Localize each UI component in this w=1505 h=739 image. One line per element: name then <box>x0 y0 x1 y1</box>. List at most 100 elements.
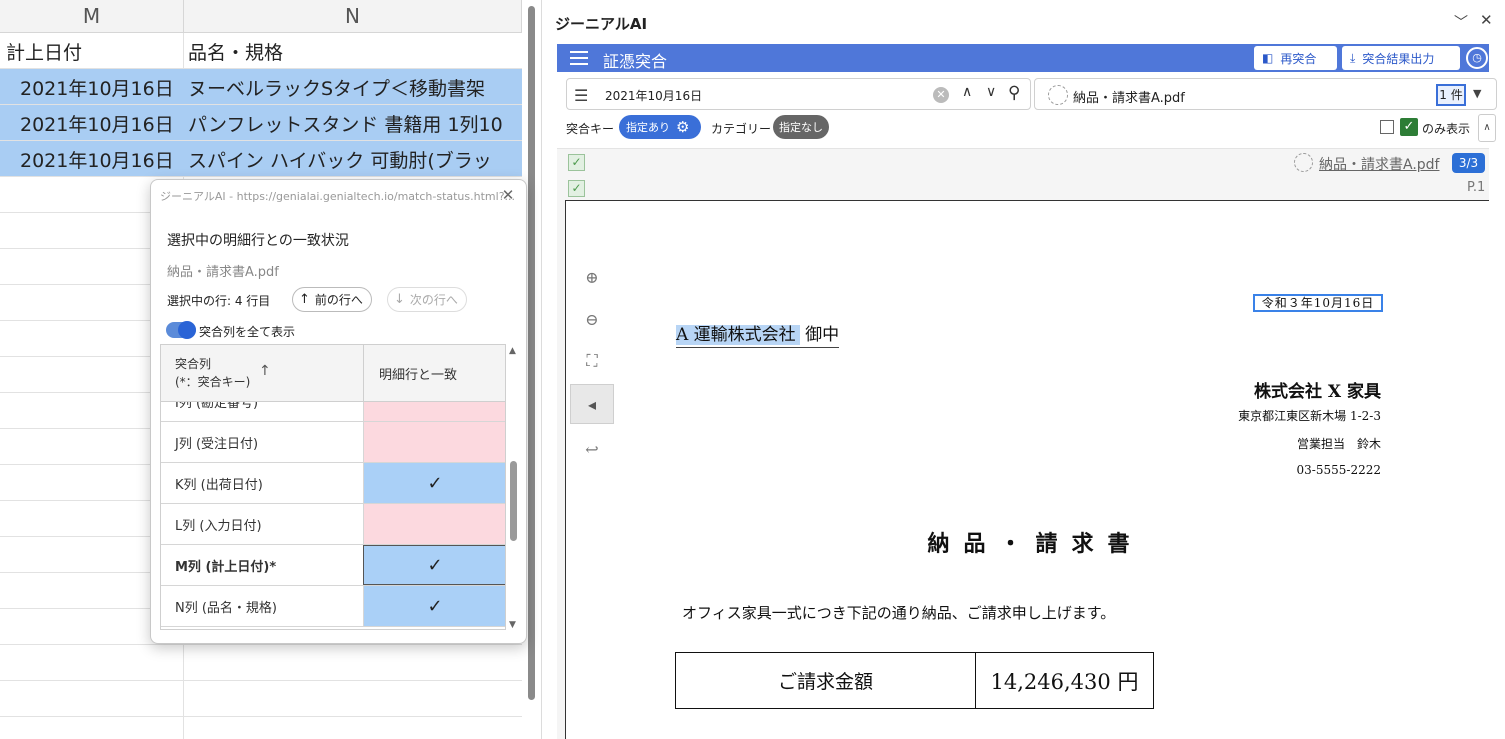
close-icon[interactable]: ✕ <box>498 185 518 205</box>
popup-heading: 選択中の明細行との一致状況 <box>167 233 349 249</box>
scrollbar-thumb[interactable] <box>510 461 517 541</box>
menu-icon[interactable] <box>570 51 588 65</box>
table-row[interactable]: 2021年10月16日 ヌーベルラックSタイプ＜移動書架 <box>0 69 522 105</box>
page-count-badge: 3/3 <box>1452 153 1485 173</box>
cell-name[interactable]: パンフレットスタンド 書籍用 1列10 <box>188 105 522 141</box>
column-header-match[interactable]: 明細行と一致 <box>363 345 505 402</box>
match-key-label: 突合キー <box>566 122 615 136</box>
table-row[interactable]: K列 (出荷日付) ✓ <box>161 463 505 504</box>
result-count[interactable]: 1 件 <box>1436 84 1466 106</box>
file-select[interactable]: 納品・請求書A.pdf 1 件 ▼ <box>1034 78 1497 110</box>
column-header-n[interactable]: N <box>184 0 522 33</box>
cell-date[interactable]: 2021年10月16日 <box>20 141 182 177</box>
recompare-button[interactable]: ◧ 再突合 <box>1254 46 1337 70</box>
category-label: カテゴリー <box>711 122 772 136</box>
zoom-in-icon[interactable]: ⊕ <box>570 257 614 297</box>
match-cell: ✓ <box>363 545 505 585</box>
match-cell <box>363 422 505 462</box>
row-checkbox[interactable]: ✓ <box>568 154 585 171</box>
search-input[interactable] <box>605 85 925 105</box>
table-header: 突合列 (*：突合キー) ↑ 明細行と一致 <box>161 345 505 402</box>
document-file-link[interactable]: 納品・請求書A.pdf <box>1294 154 1439 174</box>
column-header-compare[interactable]: 突合列 (*：突合キー) <box>175 355 250 391</box>
amount-label: ご請求金額 <box>676 653 976 708</box>
search-icon[interactable]: ⚲ <box>1008 83 1020 103</box>
empty-row[interactable] <box>0 645 522 681</box>
document-file-name: 納品・請求書A.pdf <box>1319 157 1440 173</box>
column-header-label: 突合列 <box>175 357 212 371</box>
match-key-pill[interactable]: 指定あり ⚙ <box>619 115 701 139</box>
chevron-down-icon[interactable]: ∨ <box>986 84 996 100</box>
arrow-up-icon: ↑ <box>299 292 310 307</box>
chevron-up-icon[interactable]: ∧ <box>962 84 972 100</box>
file-select-value: 納品・請求書A.pdf <box>1073 91 1185 106</box>
cell-date[interactable]: 2021年10月16日 <box>20 105 182 141</box>
table-row[interactable]: L列 (入力日付) <box>161 504 505 545</box>
fit-page-icon[interactable]: ⛶ <box>570 341 614 381</box>
header-row: 計上日付 品名・規格 <box>0 33 522 69</box>
loading-icon <box>1048 85 1068 105</box>
row-label: N列 (品名・規格) <box>175 600 278 616</box>
clear-icon[interactable]: ✕ <box>933 87 949 103</box>
scrollbar-thumb[interactable] <box>528 6 535 700</box>
next-row-label: 次の行へ <box>409 293 458 307</box>
match-cell: ✓ <box>363 586 505 626</box>
cell-header-m[interactable]: 計上日付 <box>6 33 182 69</box>
sort-arrow-icon[interactable]: ↑ <box>259 363 271 379</box>
category-pill[interactable]: 指定なし <box>773 115 829 139</box>
chevron-down-icon[interactable]: ﹀ <box>1454 12 1468 32</box>
collapse-button[interactable]: ∧ <box>1478 114 1496 142</box>
table-row[interactable]: N列 (品名・規格) ✓ <box>161 586 505 627</box>
table-row[interactable]: M列 (計上日付)* ✓ <box>161 545 505 586</box>
column-header-m[interactable]: M <box>0 0 184 33</box>
gear-icon[interactable]: ⚙ <box>676 118 689 136</box>
history-icon[interactable]: ◷ <box>1466 47 1488 69</box>
table-row[interactable]: 2021年10月16日 パンフレットスタンド 書籍用 1列10 <box>0 105 522 141</box>
scroll-up-icon[interactable]: ▲ <box>509 346 516 356</box>
match-key-pill-label: 指定あり <box>626 121 670 134</box>
document-date[interactable]: 令和３年10月16日 <box>1253 294 1383 312</box>
column-header-sub: (*：突合キー) <box>175 375 251 389</box>
recipient-company[interactable]: A 運輸株式会社 <box>676 325 800 345</box>
page-number: P.1 <box>1467 180 1486 195</box>
cell-name[interactable]: ヌーベルラックSタイプ＜移動書架 <box>188 69 522 105</box>
close-icon[interactable]: ✕ <box>1480 11 1493 29</box>
row-label: J列 (受注日付) <box>175 436 259 452</box>
match-table: 突合列 (*：突合キー) ↑ 明細行と一致 I列 (勘定番号) J列 (受注日付… <box>160 344 506 630</box>
compare-icon: ◧ <box>1262 51 1274 65</box>
zoom-out-icon[interactable]: ⊖ <box>570 299 614 339</box>
prev-row-button[interactable]: ↑ 前の行へ <box>292 287 372 312</box>
clipboard-return-icon[interactable]: ↩ <box>570 429 614 469</box>
match-cell: ✓ <box>363 463 505 503</box>
next-row-button[interactable]: ↓ 次の行へ <box>387 287 467 312</box>
checkbox-checked-icon[interactable]: ✓ <box>1400 118 1418 136</box>
app-bar: 証憑突合 ◧ 再突合 ⤓ 突合結果出力 ◷ <box>557 44 1489 72</box>
amount-table: ご請求金額 14,246,430 円 <box>675 652 1154 709</box>
app-bar-title: 証憑突合 <box>603 52 668 71</box>
download-icon: ⤓ <box>1350 50 1356 65</box>
checkbox-empty[interactable] <box>1380 120 1394 134</box>
empty-row[interactable] <box>0 681 522 717</box>
cell-header-n[interactable]: 品名・規格 <box>188 33 522 69</box>
table-row[interactable]: J列 (受注日付) <box>161 422 505 463</box>
table-row[interactable]: 2021年10月16日 スパイン ハイバック 可動肘(ブラッ <box>0 141 522 177</box>
cell-name[interactable]: スパイン ハイバック 可動肘(ブラッ <box>188 141 522 177</box>
scroll-down-icon[interactable]: ▼ <box>509 620 516 630</box>
export-button[interactable]: ⤓ 突合結果出力 <box>1342 46 1460 70</box>
show-all-toggle[interactable] <box>166 321 196 339</box>
clipboard-left-icon[interactable]: ◂ <box>570 384 614 424</box>
table-scrollbar[interactable]: ▲ ▼ <box>507 344 520 630</box>
toggle-knob <box>178 321 196 339</box>
document-intro: オフィス家具一式につき下記の通り納品、ご請求申し上げます。 <box>682 604 1116 622</box>
row-checkbox[interactable]: ✓ <box>568 180 585 197</box>
prev-row-label: 前の行へ <box>314 293 363 307</box>
popup-file-name: 納品・請求書A.pdf <box>167 265 279 280</box>
document-page: ⊕ ⊖ ⛶ ◂ ↩ 令和３年10月16日 A 運輸株式会社 御中 株式会社 X … <box>565 200 1489 739</box>
document-viewer: ✓ ✓ 納品・請求書A.pdf 3/3 P.1 ⊕ ⊖ ⛶ ◂ ↩ 令和３年10… <box>557 148 1489 739</box>
genial-ai-panel: ジーニアルAI ﹀ ✕ 証憑突合 ◧ 再突合 ⤓ 突合結果出力 ◷ ☰ ✕ ∧ … <box>542 0 1505 739</box>
cell-date[interactable]: 2021年10月16日 <box>20 69 182 105</box>
filter-icon[interactable]: ☰ <box>574 86 588 105</box>
popup-title: ジーニアルAI - https://genialai.genialtech.io… <box>160 190 516 203</box>
dropdown-arrow-icon[interactable]: ▼ <box>1473 87 1481 100</box>
arrow-down-icon: ↓ <box>394 292 405 307</box>
